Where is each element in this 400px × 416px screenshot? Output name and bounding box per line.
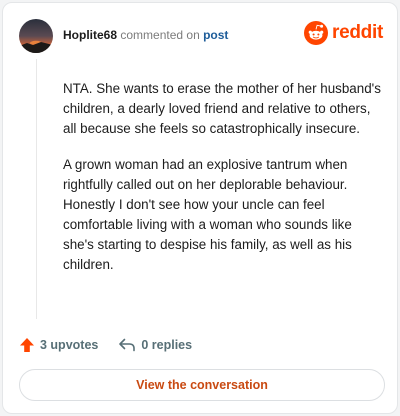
reply-count: 0 replies (141, 338, 193, 352)
avatar-image (19, 19, 53, 53)
comment-actions: 3 upvotes 0 replies (19, 337, 192, 353)
view-conversation-button[interactable]: View the conversation (19, 369, 385, 401)
user-avatar[interactable] (19, 19, 53, 53)
upvote-button[interactable]: 3 upvotes (19, 337, 98, 353)
comment-paragraph: A grown woman had an explosive tantrum w… (63, 157, 352, 272)
comment-paragraph: NTA. She wants to erase the mother of he… (63, 81, 381, 136)
reddit-alien-icon (304, 21, 329, 45)
upvote-arrow-icon (20, 338, 34, 352)
action-text: commented on (120, 28, 200, 42)
post-link[interactable]: post (203, 28, 228, 42)
reddit-logo[interactable]: reddit (304, 21, 383, 45)
upvote-count: 3 upvotes (40, 338, 99, 352)
comment-embed-card: Hoplite68 commented on post reddit NTA. … (2, 2, 398, 414)
comment-header: Hoplite68 commented on post (63, 27, 228, 43)
replies-button[interactable]: 0 replies (118, 337, 192, 353)
thread-line (36, 59, 37, 319)
username-link[interactable]: Hoplite68 (63, 28, 117, 42)
brand-wordmark: reddit (332, 22, 383, 43)
comment-body: NTA. She wants to erase the mother of he… (63, 79, 383, 291)
reply-arrow-icon (119, 338, 136, 352)
